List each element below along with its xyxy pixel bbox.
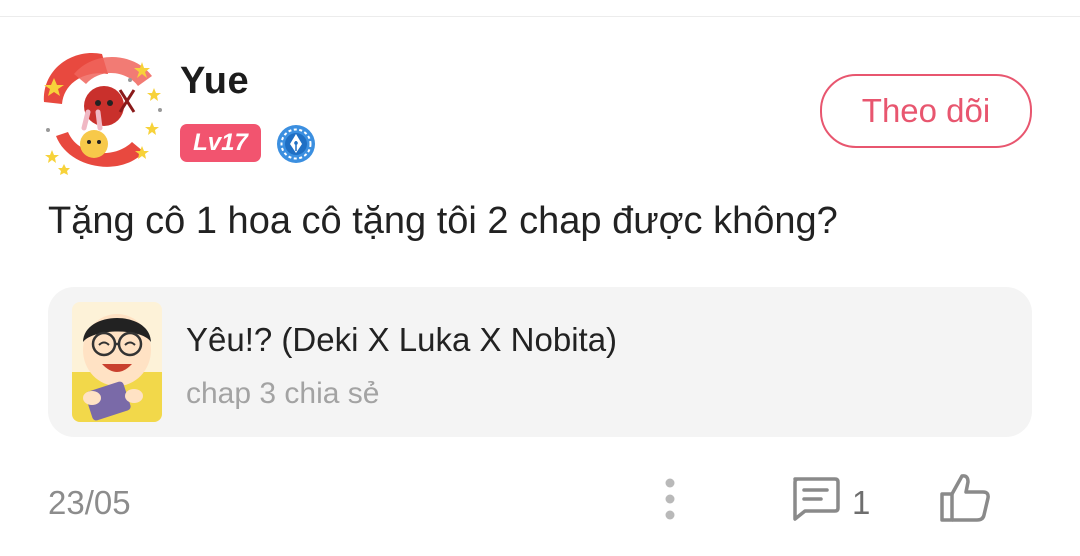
level-badge: Lv17 [180, 124, 261, 162]
comment-date: 23/05 [48, 484, 131, 521]
story-title: Yêu!? (Deki X Luka X Nobita) [186, 321, 618, 358]
username[interactable]: Yue [180, 60, 249, 103]
shared-story-card[interactable]: Yêu!? (Deki X Luka X Nobita) chap 3 chia… [48, 287, 1032, 437]
more-vertical-icon[interactable] [656, 476, 684, 522]
top-divider [0, 16, 1080, 17]
thumbs-up-icon[interactable] [938, 472, 992, 524]
comment-icon[interactable] [789, 475, 841, 521]
story-thumbnail [72, 302, 162, 422]
fountain-pen-badge-icon [276, 124, 316, 164]
avatar[interactable] [34, 40, 172, 178]
comment-text: Tặng cô 1 hoa cô tặng tôi 2 chap được kh… [48, 200, 838, 242]
comment-count: 1 [852, 484, 871, 521]
story-subtitle: chap 3 chia sẻ [186, 377, 380, 410]
follow-button[interactable]: Theo dõi [820, 74, 1032, 148]
